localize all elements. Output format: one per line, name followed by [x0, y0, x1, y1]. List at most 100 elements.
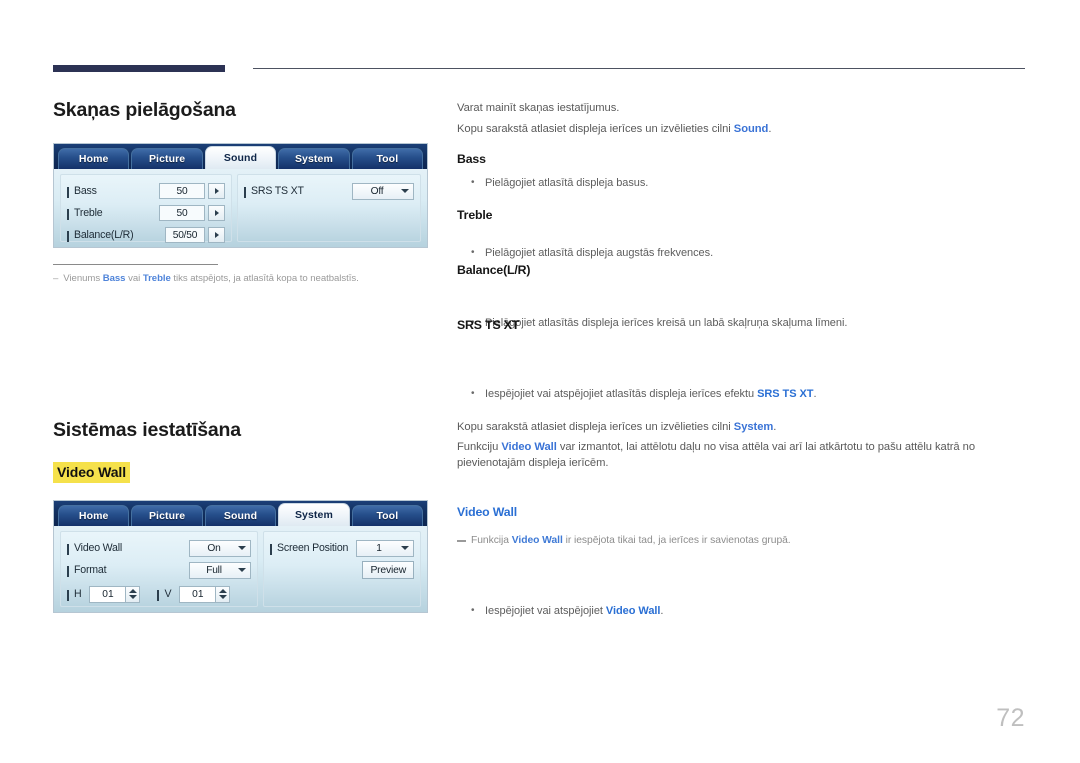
osd-column-right-sound: SRS TS XT Off — [237, 174, 421, 242]
header-rule-line — [253, 68, 1025, 69]
preview-button[interactable]: Preview — [362, 561, 414, 579]
osd-body-sound: Bass 50 Treble 50 Balance(L/R) 50/50 SRS… — [54, 169, 427, 247]
tab-tool[interactable]: Tool — [351, 148, 424, 169]
tab-tool[interactable]: Tool — [351, 505, 424, 526]
tab-home[interactable]: Home — [58, 505, 130, 526]
osd-label-v: V — [157, 588, 172, 601]
osd-row-size[interactable]: H 01 V 01 — [67, 583, 251, 605]
chevron-right-icon[interactable] — [208, 205, 225, 221]
bullet-treble: Pielāgojiet atlasītā displeja augstās fr… — [457, 245, 1027, 261]
osd-label-treble: Treble — [67, 207, 103, 220]
osd-row-balance[interactable]: Balance(L/R) 50/50 — [67, 224, 225, 246]
chevron-right-icon[interactable] — [208, 183, 225, 199]
tab-home[interactable]: Home — [58, 148, 130, 169]
inline-term-sound: Sound — [733, 123, 769, 135]
chevron-down-icon — [238, 568, 246, 572]
subheading-srs-ts-xt: SRS TS XT — [457, 318, 520, 332]
osd-label-h: H — [67, 588, 82, 601]
osd-label-balance: Balance(L/R) — [67, 229, 134, 242]
intro-paragraph-system-1: Kopu sarakstā atlasiet displeja ierīces … — [457, 421, 777, 433]
osd-tabbar-sound: Home Picture Sound System Tool — [54, 144, 427, 169]
page-number: 72 — [996, 704, 1025, 732]
triangle-down-glyph — [218, 595, 227, 599]
page-title-system: Sistēmas iestatīšana — [53, 419, 241, 441]
osd-row-bass[interactable]: Bass 50 — [67, 180, 225, 202]
bullet-video-wall: Iespējojiet vai atspējojiet Video Wall. — [457, 603, 1027, 619]
osd-dropdown-video-wall[interactable]: On — [189, 539, 251, 557]
intro-paragraph-system-2: Funkciju Video Wall var izmantot, lai at… — [457, 441, 976, 469]
osd-dropdown-value: Full — [206, 564, 222, 576]
triangle-glyph — [214, 210, 219, 216]
osd-value-treble[interactable]: 50 — [159, 205, 205, 221]
osd-stepper-h[interactable]: 01 — [89, 585, 141, 603]
osd-row-treble[interactable]: Treble 50 — [67, 202, 225, 224]
footnote-term-bass: Bass — [102, 273, 126, 284]
subheading-balance: Balance(L/R) — [457, 263, 531, 277]
inline-term-srs-ts-xt: SRS TS XT — [757, 388, 814, 400]
chevron-right-icon[interactable] — [208, 227, 225, 243]
osd-label-bass: Bass — [67, 185, 97, 198]
osd-screenshot-sound: Home Picture Sound System Tool Bass 50 T… — [53, 143, 428, 248]
osd-tabbar-system: Home Picture Sound System Tool — [54, 501, 427, 526]
tab-picture[interactable]: Picture — [131, 505, 203, 526]
osd-label-format: Format — [67, 564, 107, 577]
triangle-up-glyph — [218, 589, 227, 593]
footnote-sound: Vienums Bass vai Treble tiks atspējots, … — [53, 273, 433, 284]
bullet-bass: Pielāgojiet atlasītā displeja basus. — [457, 175, 1027, 191]
osd-dropdown-screen-position[interactable]: 1 — [356, 539, 414, 557]
page-title-sound: Skaņas pielāgošana — [53, 99, 236, 121]
tab-system[interactable]: System — [278, 503, 350, 526]
osd-column-right-system: Screen Position 1 Preview — [263, 531, 421, 607]
osd-row-format[interactable]: Format Full — [67, 559, 251, 581]
osd-column-left-sound: Bass 50 Treble 50 Balance(L/R) 50/50 — [60, 174, 232, 243]
note-video-wall: Funkcija Video Wall ir iespējota tikai t… — [457, 533, 1027, 548]
triangle-down-glyph — [128, 595, 137, 599]
osd-stepper-value-v: 01 — [179, 585, 216, 603]
osd-dropdown-value: 1 — [376, 542, 382, 554]
triangle-glyph — [214, 232, 219, 238]
osd-value-balance[interactable]: 50/50 — [165, 227, 205, 243]
inline-term-video-wall-2: Video Wall — [605, 605, 661, 617]
bullet-srs-ts-xt: Iespējojiet vai atspējojiet atlasītās di… — [457, 386, 1027, 402]
stepper-arrows-icon[interactable] — [215, 585, 231, 603]
tab-system[interactable]: System — [278, 148, 350, 169]
footnote-divider — [53, 264, 218, 265]
intro-paragraph-sound-2: Kopu sarakstā atlasiet displeja ierīces … — [457, 123, 772, 135]
chevron-down-icon — [238, 546, 246, 550]
document-page: Skaņas pielāgošana Home Picture Sound Sy… — [0, 0, 1080, 763]
subheading-treble: Treble — [457, 208, 493, 222]
chevron-down-icon — [401, 189, 409, 193]
osd-row-video-wall[interactable]: Video Wall On — [67, 537, 251, 559]
subheading-bass: Bass — [457, 152, 486, 166]
highlighted-label-video-wall: Video Wall — [53, 462, 131, 483]
tab-sound[interactable]: Sound — [204, 146, 277, 169]
osd-row-preview: Preview — [270, 559, 414, 581]
intro-paragraph-sound-1: Varat mainīt skaņas iestatījumus. — [457, 102, 620, 114]
osd-label-srs-ts-xt: SRS TS XT — [244, 185, 304, 198]
header-accent-bar — [53, 65, 225, 72]
osd-dropdown-srs-ts-xt[interactable]: Off — [352, 182, 414, 200]
subheading-video-wall: Video Wall — [457, 505, 517, 519]
osd-dropdown-value: Off — [370, 185, 384, 197]
osd-label-screen-position: Screen Position — [270, 542, 348, 555]
osd-dropdown-value: On — [207, 542, 221, 554]
osd-row-srs-ts-xt[interactable]: SRS TS XT Off — [244, 180, 414, 202]
osd-dropdown-format[interactable]: Full — [189, 561, 251, 579]
osd-value-bass[interactable]: 50 — [159, 183, 205, 199]
note-term-video-wall: Video Wall — [511, 535, 563, 546]
triangle-up-glyph — [128, 589, 137, 593]
inline-term-video-wall: Video Wall — [501, 441, 557, 453]
osd-column-left-system: Video Wall On Format Full H 01 V 01 — [60, 531, 258, 607]
triangle-glyph — [214, 188, 219, 194]
osd-stepper-value-h: 01 — [89, 585, 126, 603]
osd-label-video-wall: Video Wall — [67, 542, 122, 555]
tab-sound[interactable]: Sound — [204, 505, 277, 526]
osd-stepper-v[interactable]: 01 — [179, 585, 231, 603]
footnote-term-treble: Treble — [142, 273, 171, 284]
stepper-arrows-icon[interactable] — [125, 585, 141, 603]
chevron-down-icon — [401, 546, 409, 550]
inline-term-system: System — [733, 421, 774, 433]
osd-body-system: Video Wall On Format Full H 01 V 01 Scre… — [54, 526, 427, 612]
tab-picture[interactable]: Picture — [131, 148, 203, 169]
osd-row-screen-position[interactable]: Screen Position 1 — [270, 537, 414, 559]
